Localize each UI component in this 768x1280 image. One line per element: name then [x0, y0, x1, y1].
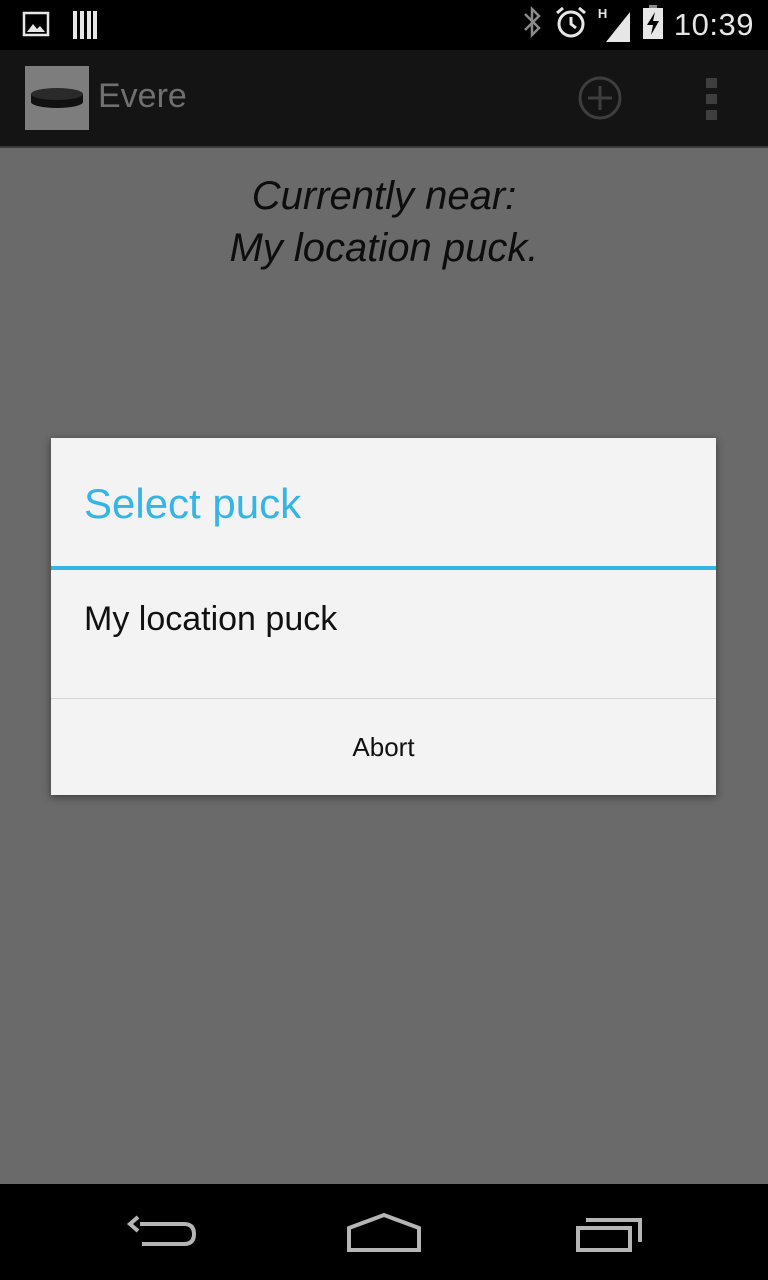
current-puck-name: My location puck.	[229, 226, 539, 270]
list-item[interactable]: My location puck	[51, 570, 716, 698]
app-logo-icon[interactable]	[25, 66, 89, 130]
abort-button-label: Abort	[352, 731, 415, 762]
image-icon	[22, 10, 50, 45]
overflow-menu-icon	[690, 78, 734, 128]
add-button[interactable]	[575, 72, 625, 124]
clock: 10:39	[673, 6, 754, 42]
navigation-bar	[0, 1184, 768, 1280]
action-bar: Evere	[0, 50, 768, 148]
status-bar: H 10:39	[0, 0, 768, 50]
network-type-label: H	[597, 5, 608, 21]
app-title: Evere	[98, 77, 187, 115]
recent-apps-button[interactable]	[562, 1202, 658, 1262]
overflow-menu-button[interactable]	[690, 74, 734, 124]
back-button[interactable]	[112, 1202, 208, 1262]
home-icon	[336, 1212, 432, 1266]
recent-apps-icon	[562, 1218, 658, 1266]
alarm-icon	[554, 5, 588, 44]
add-icon	[575, 76, 625, 128]
home-button[interactable]	[336, 1202, 432, 1262]
signal-icon: H	[598, 6, 632, 44]
battery-charging-icon	[642, 4, 664, 45]
dialog-title: Select puck	[84, 480, 302, 527]
currently-near-label: Currently near:	[251, 174, 517, 218]
barcode-icon	[72, 10, 98, 45]
abort-button[interactable]: Abort	[51, 699, 716, 795]
select-puck-dialog: Select puck My location puck Abort	[51, 438, 716, 795]
list-item-label: My location puck	[84, 600, 338, 638]
bluetooth-icon	[522, 5, 544, 44]
currently-near-text: Currently near: My location puck.	[0, 170, 768, 274]
back-icon	[112, 1215, 208, 1266]
